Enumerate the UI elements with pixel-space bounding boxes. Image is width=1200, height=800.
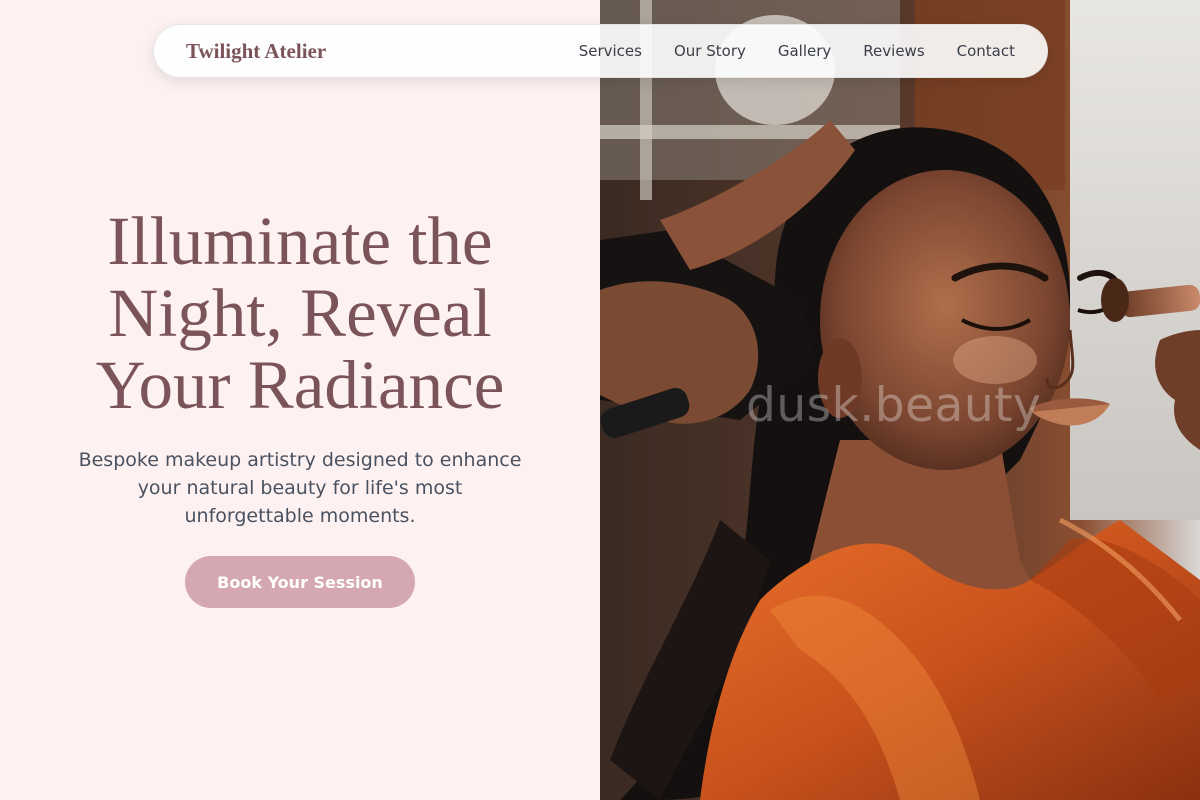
nav-item-contact[interactable]: Contact [957, 42, 1015, 60]
hero-subtitle-line: your natural beauty for life's most [137, 477, 463, 499]
hero-subtitle-line: unforgettable moments. [184, 505, 416, 527]
nav-item-reviews[interactable]: Reviews [863, 42, 924, 60]
nav-item-gallery[interactable]: Gallery [778, 42, 831, 60]
nav-menu: Services Our Story Gallery Reviews Conta… [579, 42, 1015, 60]
hero-title-line: Illuminate the [107, 203, 493, 279]
hero-title: Illuminate the Night, Reveal Your Radian… [40, 205, 560, 421]
top-navbar: Twilight Atelier Services Our Story Gall… [153, 24, 1048, 78]
hero-subtitle-line: Bespoke makeup artistry designed to enha… [78, 449, 522, 471]
nav-item-our-story[interactable]: Our Story [674, 42, 746, 60]
brand-logo[interactable]: Twilight Atelier [186, 39, 326, 64]
hero-photo: dusk.beauty [600, 0, 1200, 800]
hero-title-line: Night, Reveal [108, 275, 492, 351]
nav-item-services[interactable]: Services [579, 42, 642, 60]
book-session-button[interactable]: Book Your Session [185, 556, 415, 608]
hero-section: Illuminate the Night, Reveal Your Radian… [0, 0, 600, 800]
hero-title-line: Your Radiance [95, 347, 505, 423]
hero-subtitle: Bespoke makeup artistry designed to enha… [70, 446, 530, 530]
watermark-text: dusk.beauty [746, 378, 1042, 433]
